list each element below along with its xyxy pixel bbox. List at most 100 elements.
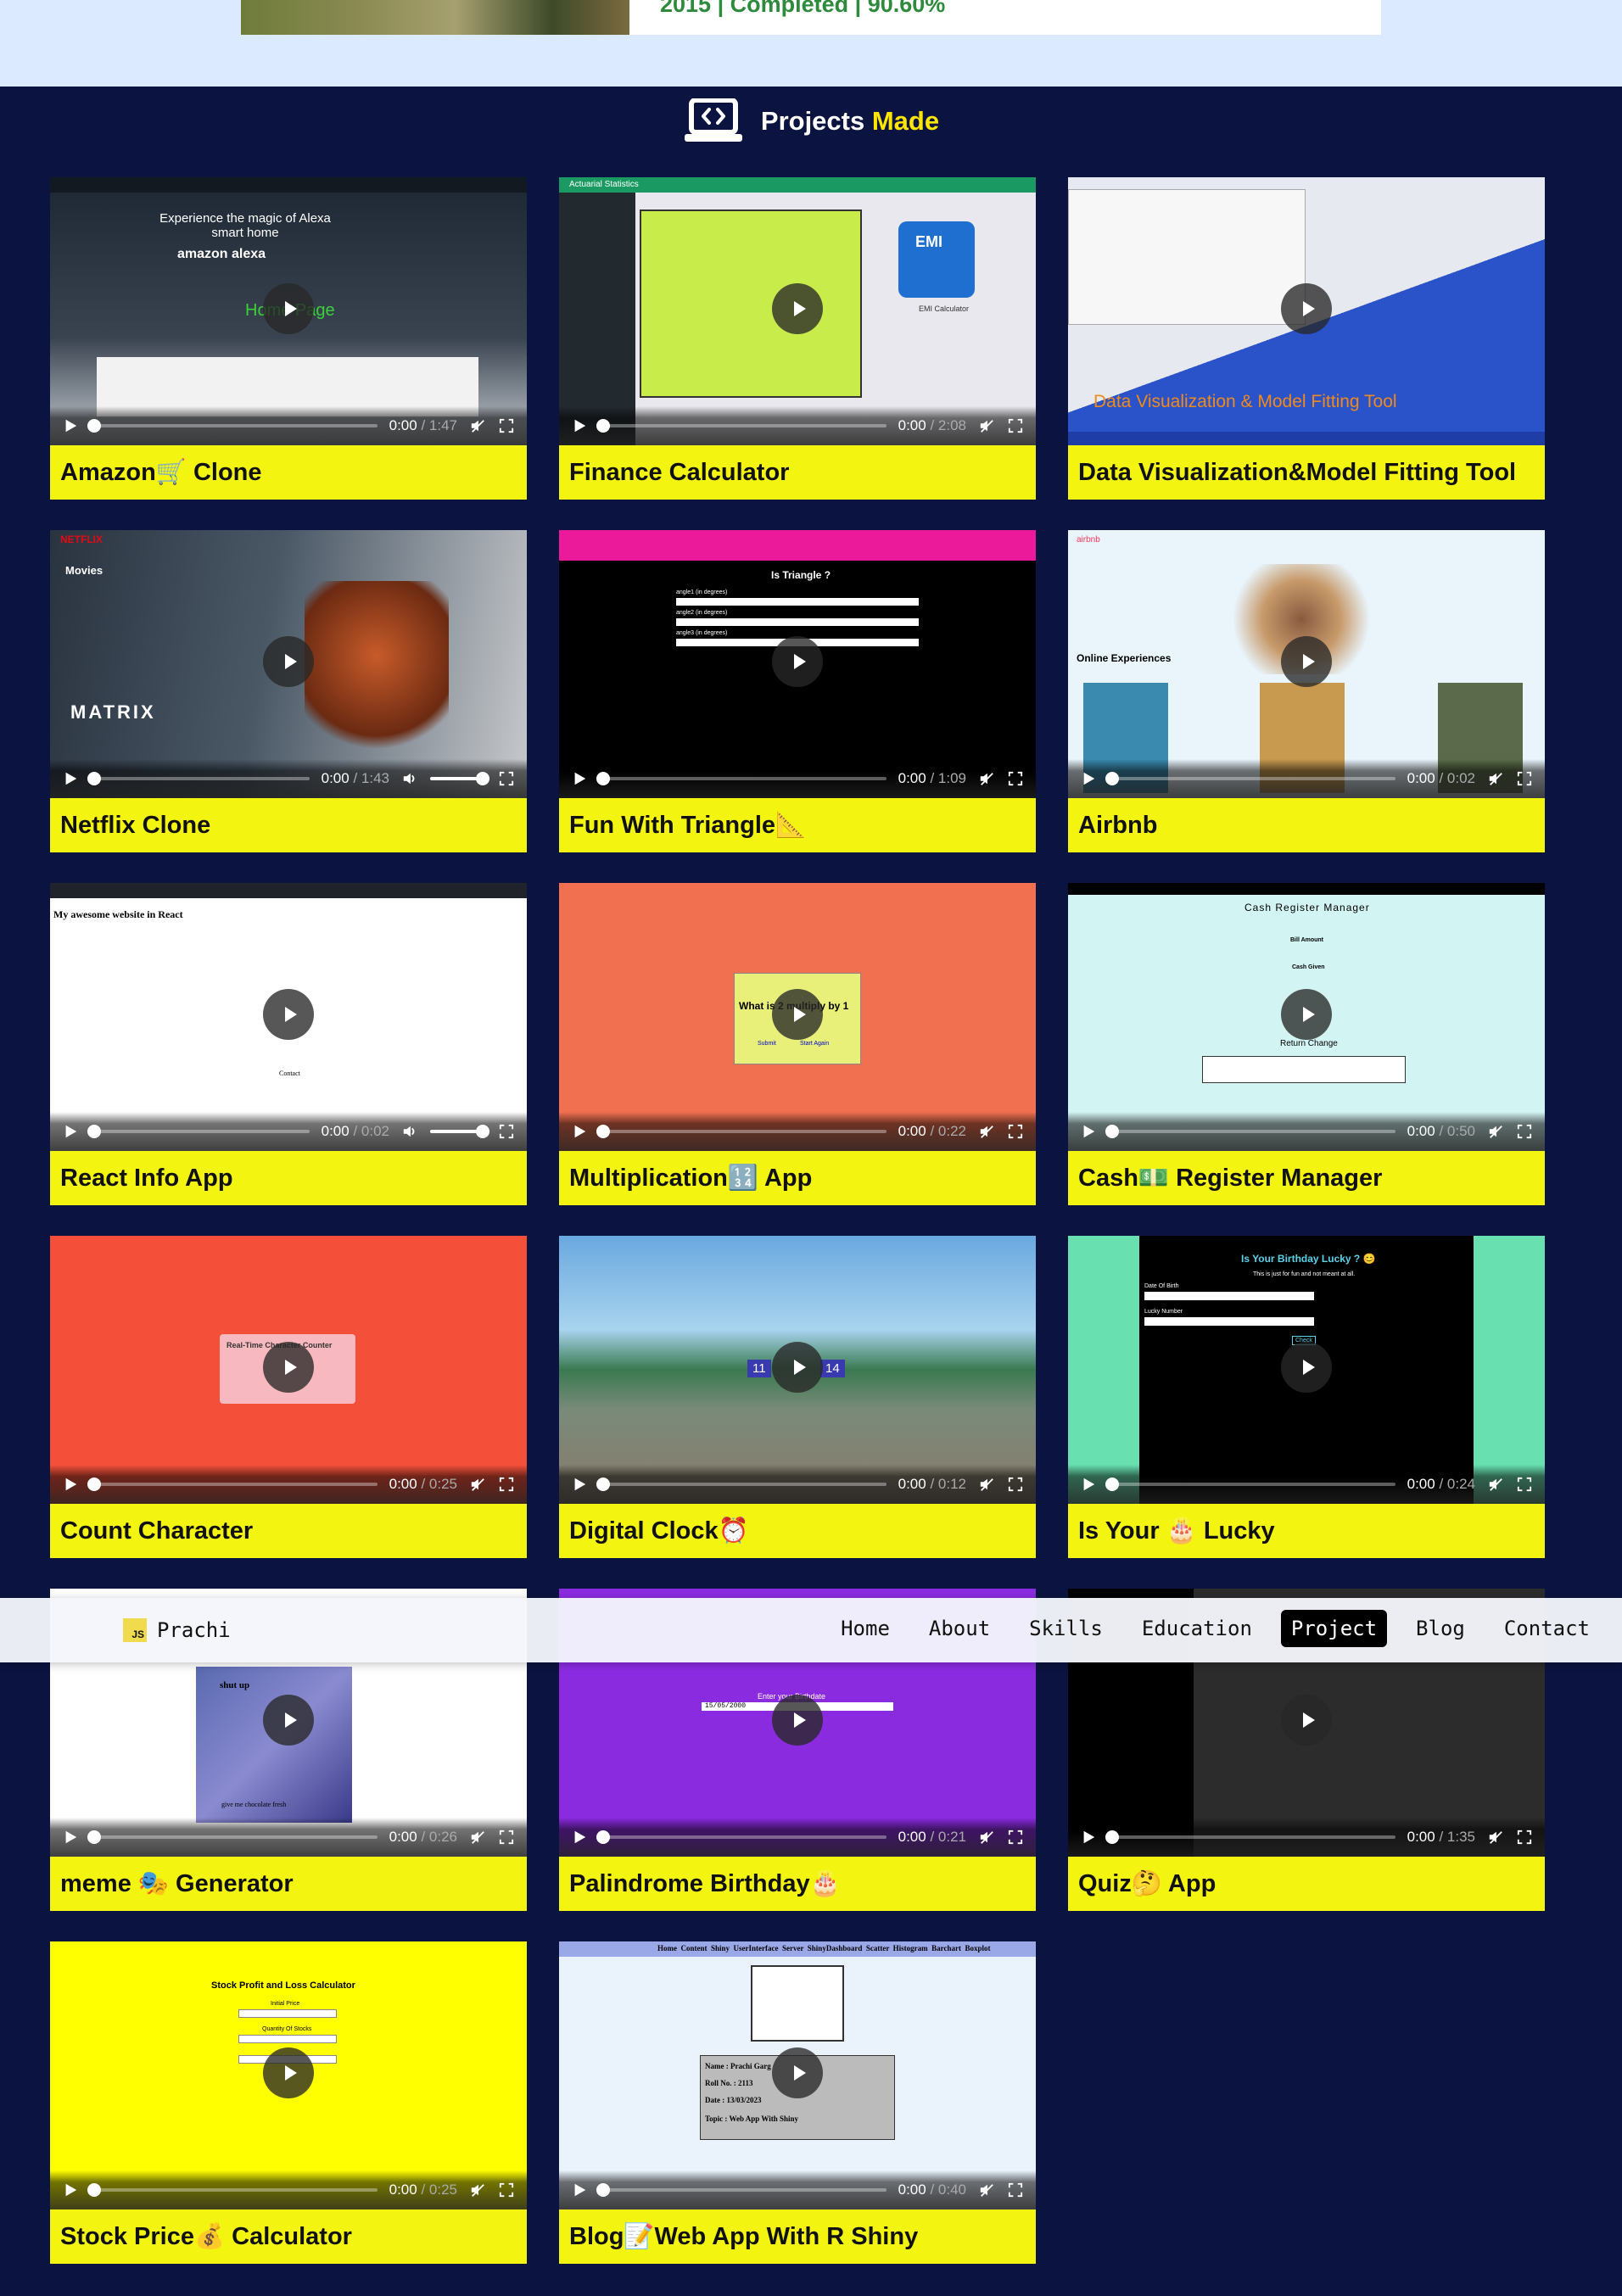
- seek-bar[interactable]: [87, 1125, 310, 1138]
- seek-bar[interactable]: [1105, 1478, 1395, 1491]
- mute-icon[interactable]: [1487, 1123, 1504, 1140]
- mute-icon[interactable]: [469, 417, 486, 434]
- nav-link-home[interactable]: Home: [831, 1610, 900, 1647]
- play-overlay-button[interactable]: [263, 283, 314, 334]
- play-overlay-button[interactable]: [1281, 1342, 1332, 1393]
- play-overlay-button[interactable]: [263, 2047, 314, 2098]
- seek-bar[interactable]: [596, 419, 887, 433]
- mute-icon[interactable]: [1487, 1829, 1504, 1846]
- play-overlay-button[interactable]: [772, 283, 823, 334]
- project-video[interactable]: airbnb Online Experiences 0:00 / 0:02: [1068, 530, 1545, 798]
- play-overlay-button[interactable]: [1281, 1695, 1332, 1746]
- project-video[interactable]: What is 2 multiply by 1SubmitStart Again…: [559, 883, 1036, 1151]
- nav-link-blog[interactable]: Blog: [1406, 1610, 1475, 1647]
- volume-icon[interactable]: [401, 770, 418, 787]
- play-icon[interactable]: [62, 770, 79, 787]
- mute-icon[interactable]: [978, 1123, 995, 1140]
- play-overlay-button[interactable]: [263, 989, 314, 1040]
- project-video[interactable]: My awesome website in React Contact 0:00 /…: [50, 883, 527, 1151]
- fullscreen-icon[interactable]: [1516, 770, 1533, 787]
- mute-icon[interactable]: [978, 2181, 995, 2198]
- play-icon[interactable]: [571, 1123, 588, 1140]
- project-video[interactable]: Is Triangle ? angle1 (in degrees) angle2 (…: [559, 530, 1036, 798]
- play-overlay-button[interactable]: [772, 989, 823, 1040]
- nav-link-project[interactable]: Project: [1280, 1610, 1388, 1647]
- volume-slider[interactable]: [430, 772, 489, 785]
- play-overlay-button[interactable]: [772, 1695, 823, 1746]
- mute-icon[interactable]: [1487, 770, 1504, 787]
- fullscreen-icon[interactable]: [1007, 417, 1024, 434]
- nav-link-about[interactable]: About: [919, 1610, 1000, 1647]
- volume-slider[interactable]: [430, 1125, 489, 1138]
- fullscreen-icon[interactable]: [1007, 1829, 1024, 1846]
- mute-icon[interactable]: [978, 770, 995, 787]
- seek-bar[interactable]: [1105, 1830, 1395, 1844]
- project-video[interactable]: Experience the magic of Alexa smart home…: [50, 177, 527, 445]
- project-video[interactable]: Is Your Birthday Lucky ? 😊 This is just f…: [1068, 1236, 1545, 1504]
- play-icon[interactable]: [571, 1476, 588, 1493]
- seek-bar[interactable]: [596, 772, 887, 785]
- fullscreen-icon[interactable]: [1007, 1476, 1024, 1493]
- play-icon[interactable]: [62, 1476, 79, 1493]
- play-overlay-button[interactable]: [263, 1695, 314, 1746]
- play-icon[interactable]: [62, 1123, 79, 1140]
- volume-icon[interactable]: [401, 1123, 418, 1140]
- project-video[interactable]: 11 14 0:00 / 0:12: [559, 1236, 1036, 1504]
- project-video[interactable]: NETFLIX Movies MATRIX 0:00 / 1:43: [50, 530, 527, 798]
- play-icon[interactable]: [1080, 1123, 1097, 1140]
- seek-bar[interactable]: [1105, 1125, 1395, 1138]
- fullscreen-icon[interactable]: [1516, 1476, 1533, 1493]
- seek-bar[interactable]: [87, 419, 378, 433]
- play-overlay-button[interactable]: [772, 636, 823, 687]
- fullscreen-icon[interactable]: [1007, 2181, 1024, 2198]
- play-overlay-button[interactable]: [1281, 989, 1332, 1040]
- play-overlay-button[interactable]: [1281, 283, 1332, 334]
- fullscreen-icon[interactable]: [1516, 1829, 1533, 1846]
- play-overlay-button[interactable]: [263, 636, 314, 687]
- play-icon[interactable]: [571, 770, 588, 787]
- mute-icon[interactable]: [469, 1829, 486, 1846]
- play-overlay-button[interactable]: [772, 1342, 823, 1393]
- project-video[interactable]: Cash Register Manager Bill Amount Cash Giv…: [1068, 883, 1545, 1151]
- play-overlay-button[interactable]: [1281, 636, 1332, 687]
- play-icon[interactable]: [1080, 1476, 1097, 1493]
- project-video[interactable]: Data Visualization & Model Fitting Tool: [1068, 177, 1545, 445]
- brand[interactable]: JS Prachi: [123, 1618, 231, 1642]
- seek-bar[interactable]: [87, 1830, 378, 1844]
- mute-icon[interactable]: [978, 1829, 995, 1846]
- seek-bar[interactable]: [1105, 772, 1395, 785]
- seek-bar[interactable]: [87, 1478, 378, 1491]
- nav-link-contact[interactable]: Contact: [1494, 1610, 1600, 1647]
- play-icon[interactable]: [62, 2181, 79, 2198]
- mute-icon[interactable]: [1487, 1476, 1504, 1493]
- mute-icon[interactable]: [469, 1476, 486, 1493]
- seek-bar[interactable]: [87, 772, 310, 785]
- seek-bar[interactable]: [596, 1478, 887, 1491]
- fullscreen-icon[interactable]: [498, 417, 515, 434]
- play-icon[interactable]: [571, 1829, 588, 1846]
- fullscreen-icon[interactable]: [498, 2181, 515, 2198]
- project-video[interactable]: Stock Profit and Loss Calculator Initial …: [50, 1941, 527, 2209]
- project-video[interactable]: Real-Time Character Counter0:00 / 0:25: [50, 1236, 527, 1504]
- play-icon[interactable]: [571, 2181, 588, 2198]
- nav-link-education[interactable]: Education: [1132, 1610, 1262, 1647]
- nav-link-skills[interactable]: Skills: [1019, 1610, 1113, 1647]
- mute-icon[interactable]: [978, 417, 995, 434]
- play-icon[interactable]: [1080, 1829, 1097, 1846]
- mute-icon[interactable]: [469, 2181, 486, 2198]
- play-overlay-button[interactable]: [263, 1342, 314, 1393]
- project-video[interactable]: Home Content Shiny UserInterface Server …: [559, 1941, 1036, 2209]
- seek-bar[interactable]: [596, 1830, 887, 1844]
- fullscreen-icon[interactable]: [1007, 770, 1024, 787]
- fullscreen-icon[interactable]: [498, 1829, 515, 1846]
- play-icon[interactable]: [62, 417, 79, 434]
- seek-bar[interactable]: [596, 1125, 887, 1138]
- fullscreen-icon[interactable]: [1007, 1123, 1024, 1140]
- seek-bar[interactable]: [596, 2183, 887, 2197]
- mute-icon[interactable]: [978, 1476, 995, 1493]
- play-icon[interactable]: [571, 417, 588, 434]
- fullscreen-icon[interactable]: [498, 770, 515, 787]
- project-video[interactable]: Actuarial Statistics EMI EMI Calculator 0:0…: [559, 177, 1036, 445]
- play-icon[interactable]: [1080, 770, 1097, 787]
- seek-bar[interactable]: [87, 2183, 378, 2197]
